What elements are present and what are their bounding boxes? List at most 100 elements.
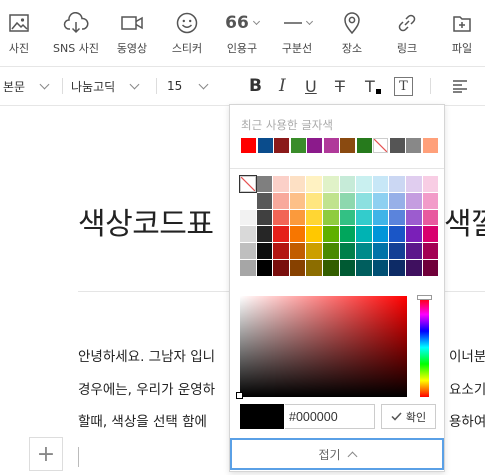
recent-color-swatch[interactable]: [323, 138, 339, 153]
recent-color-swatch[interactable]: [241, 138, 256, 153]
palette-color-swatch[interactable]: [306, 243, 322, 259]
palette-color-swatch[interactable]: [240, 243, 256, 259]
palette-color-swatch[interactable]: [372, 243, 389, 259]
saturation-brightness-area[interactable]: [240, 296, 407, 397]
palette-color-swatch[interactable]: [256, 243, 273, 259]
palette-color-swatch[interactable]: [389, 192, 405, 209]
palette-color-swatch[interactable]: [372, 209, 389, 226]
palette-color-swatch[interactable]: [323, 260, 339, 276]
recent-color-swatch[interactable]: [290, 138, 306, 153]
palette-color-swatch[interactable]: [422, 243, 439, 259]
palette-color-swatch[interactable]: [406, 243, 422, 259]
palette-color-swatch[interactable]: [339, 209, 356, 226]
palette-color-swatch[interactable]: [389, 260, 405, 276]
palette-color-swatch[interactable]: [406, 209, 422, 226]
palette-color-swatch[interactable]: [422, 176, 439, 192]
palette-color-swatch[interactable]: [406, 176, 422, 192]
collapse-button[interactable]: 접기: [230, 438, 444, 470]
palette-color-swatch[interactable]: [356, 176, 372, 192]
recent-color-swatch[interactable]: [340, 138, 355, 153]
palette-color-swatch[interactable]: [289, 226, 306, 243]
palette-color-swatch[interactable]: [306, 192, 322, 209]
palette-color-swatch[interactable]: [273, 192, 289, 209]
sticker-button[interactable]: 스티커: [159, 8, 215, 56]
strikethrough-button[interactable]: T: [335, 67, 345, 105]
bold-button[interactable]: B: [249, 67, 262, 105]
hue-slider[interactable]: [420, 298, 429, 397]
link-button[interactable]: 링크: [379, 8, 435, 56]
palette-color-swatch[interactable]: [356, 260, 372, 276]
palette-color-swatch[interactable]: [389, 176, 405, 192]
palette-color-swatch[interactable]: [273, 176, 289, 192]
palette-color-swatch[interactable]: [339, 176, 356, 192]
location-button[interactable]: 장소: [324, 8, 380, 56]
palette-color-swatch[interactable]: [406, 192, 422, 209]
palette-color-swatch[interactable]: [389, 243, 405, 259]
palette-color-swatch[interactable]: [339, 243, 356, 259]
palette-color-swatch[interactable]: [372, 192, 389, 209]
palette-color-swatch[interactable]: [422, 209, 439, 226]
palette-color-swatch[interactable]: [422, 260, 439, 276]
palette-color-swatch[interactable]: [289, 209, 306, 226]
palette-color-swatch[interactable]: [372, 260, 389, 276]
text-background-button[interactable]: T: [394, 67, 413, 105]
palette-color-swatch[interactable]: [240, 209, 256, 226]
palette-color-swatch[interactable]: [306, 176, 322, 192]
palette-color-swatch[interactable]: [273, 260, 289, 276]
recent-color-swatch[interactable]: [257, 138, 273, 153]
palette-color-swatch[interactable]: [256, 176, 273, 192]
hex-color-input[interactable]: #000000: [285, 404, 375, 429]
align-button[interactable]: [452, 67, 468, 105]
palette-color-swatch[interactable]: [289, 176, 306, 192]
paragraph-style-select[interactable]: 본문: [3, 67, 50, 105]
video-button[interactable]: 동영상: [104, 8, 160, 56]
recent-color-swatch[interactable]: [373, 138, 388, 153]
palette-color-swatch[interactable]: [273, 226, 289, 243]
palette-color-swatch[interactable]: [240, 192, 256, 209]
text-color-button[interactable]: T: [365, 67, 381, 105]
palette-color-swatch[interactable]: [339, 192, 356, 209]
hue-slider-handle[interactable]: [417, 295, 432, 300]
palette-color-swatch[interactable]: [306, 209, 322, 226]
italic-button[interactable]: I: [279, 67, 286, 105]
palette-color-swatch[interactable]: [372, 226, 389, 243]
palette-color-swatch[interactable]: [256, 192, 273, 209]
palette-color-swatch[interactable]: [239, 175, 257, 193]
palette-color-swatch[interactable]: [323, 243, 339, 259]
palette-color-swatch[interactable]: [422, 192, 439, 209]
palette-color-swatch[interactable]: [289, 260, 306, 276]
palette-color-swatch[interactable]: [289, 192, 306, 209]
palette-color-swatch[interactable]: [339, 226, 356, 243]
palette-color-swatch[interactable]: [323, 209, 339, 226]
add-component-button[interactable]: +: [29, 437, 63, 471]
confirm-button[interactable]: 확인: [381, 404, 436, 429]
palette-color-swatch[interactable]: [356, 192, 372, 209]
palette-color-swatch[interactable]: [306, 260, 322, 276]
quote-button[interactable]: 66 인용구: [214, 8, 270, 56]
palette-color-swatch[interactable]: [289, 243, 306, 259]
palette-color-swatch[interactable]: [389, 209, 405, 226]
palette-color-swatch[interactable]: [356, 209, 372, 226]
recent-color-swatch[interactable]: [274, 138, 289, 153]
palette-color-swatch[interactable]: [422, 226, 439, 243]
palette-color-swatch[interactable]: [372, 176, 389, 192]
palette-color-swatch[interactable]: [323, 226, 339, 243]
palette-color-swatch[interactable]: [356, 243, 372, 259]
sns-photo-button[interactable]: SNS 사진: [48, 8, 104, 56]
recent-color-swatch[interactable]: [356, 138, 372, 153]
palette-color-swatch[interactable]: [406, 226, 422, 243]
palette-color-swatch[interactable]: [273, 243, 289, 259]
font-size-select[interactable]: 15: [167, 67, 209, 105]
file-button[interactable]: 파일: [434, 8, 485, 56]
palette-color-swatch[interactable]: [256, 209, 273, 226]
palette-color-swatch[interactable]: [323, 192, 339, 209]
palette-color-swatch[interactable]: [339, 260, 356, 276]
saturation-marker[interactable]: [236, 392, 243, 399]
underline-button[interactable]: U: [305, 67, 317, 105]
palette-color-swatch[interactable]: [356, 226, 372, 243]
font-select[interactable]: 나눔고딕: [71, 67, 140, 105]
recent-color-swatch[interactable]: [422, 138, 438, 153]
palette-color-swatch[interactable]: [256, 260, 273, 276]
palette-color-swatch[interactable]: [273, 209, 289, 226]
divider-button[interactable]: 구분선: [269, 8, 325, 56]
